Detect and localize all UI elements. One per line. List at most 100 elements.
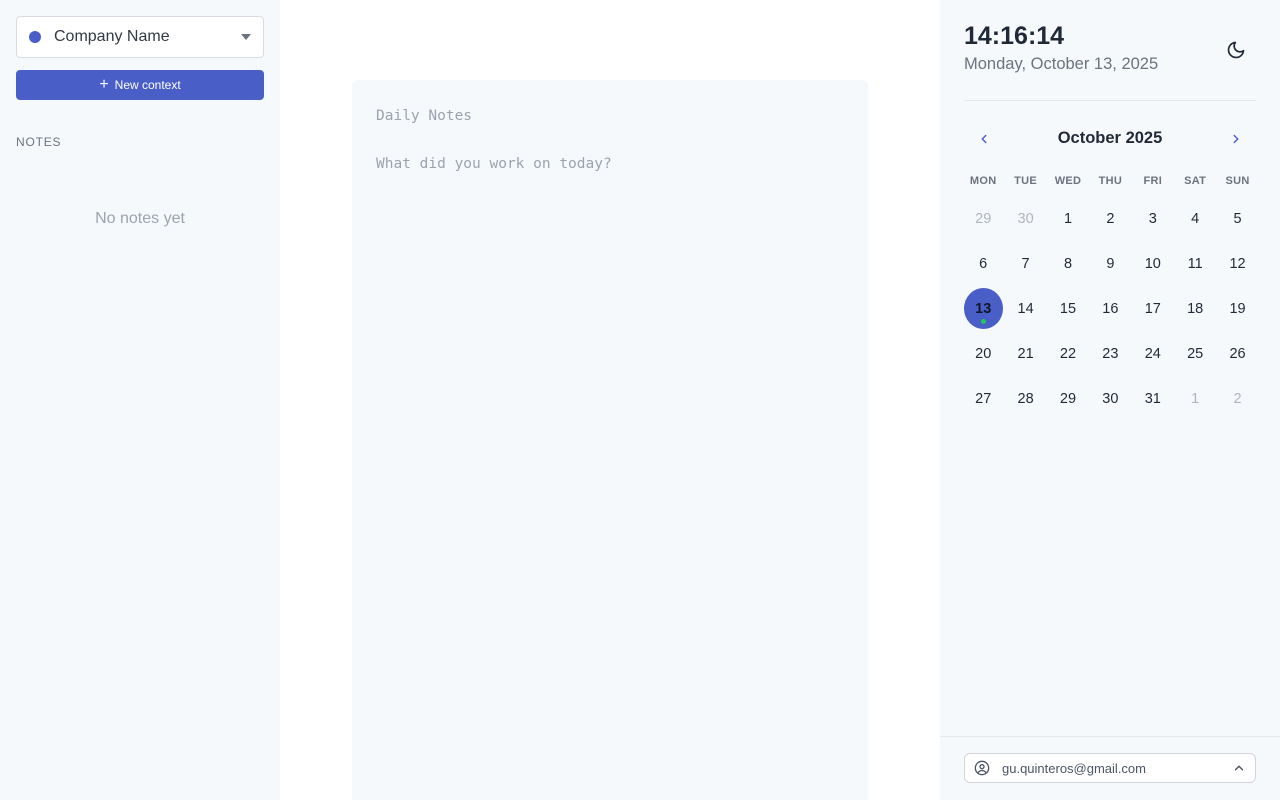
calendar-day[interactable]: 25	[1174, 331, 1216, 376]
calendar-day-number: 10	[1144, 255, 1161, 272]
notes-editor[interactable]: Daily Notes What did you work on today?	[352, 80, 868, 800]
calendar-day-number: 3	[1148, 210, 1157, 227]
calendar-day-number: 19	[1229, 300, 1246, 317]
calendar-week-row: 27 28 29 30 31 1 2	[962, 376, 1259, 421]
editor-body-placeholder: What did you work on today?	[376, 156, 612, 172]
note-indicator-dot	[981, 319, 986, 324]
notes-heading: NOTES	[16, 135, 62, 149]
calendar-day-number: 20	[975, 345, 992, 362]
calendar-day-number: 16	[1102, 300, 1119, 317]
calendar-day-number: 18	[1187, 300, 1204, 317]
weekday-label: MON	[969, 175, 997, 187]
calendar-day-number: 14	[1017, 300, 1034, 317]
calendar-day[interactable]: 21	[1004, 331, 1046, 376]
calendar-day-number: 24	[1144, 345, 1161, 362]
account-menu-button[interactable]: gu.quinteros@gmail.com	[964, 753, 1256, 783]
chevron-down-icon	[241, 34, 251, 40]
calendar-day-number: 8	[1063, 255, 1073, 272]
calendar-day[interactable]: 28	[1004, 376, 1046, 421]
calendar-day-number: 5	[1233, 210, 1242, 227]
new-context-button[interactable]: + New context	[16, 70, 264, 100]
calendar-prev-button[interactable]	[970, 126, 998, 152]
footer-divider	[940, 736, 1280, 737]
calendar-day[interactable]: 22	[1047, 331, 1089, 376]
chevron-left-icon	[981, 134, 987, 144]
new-context-label: New context	[114, 78, 181, 92]
plus-icon: +	[99, 76, 109, 93]
context-select[interactable]: Company Name	[16, 16, 264, 58]
calendar-day[interactable]: 20	[962, 331, 1004, 376]
calendar-day[interactable]: 30	[1004, 196, 1046, 241]
context-select-value: Company Name	[54, 28, 170, 45]
calendar-day[interactable]: 7	[1004, 241, 1046, 286]
moon-icon	[1227, 41, 1245, 59]
calendar-day[interactable]: 3	[1132, 196, 1174, 241]
calendar-day-number: 30	[1017, 210, 1034, 227]
calendar-day[interactable]: 18	[1174, 286, 1216, 331]
calendar-month-label: October 2025	[1057, 129, 1163, 147]
calendar-day[interactable]: 19	[1216, 286, 1258, 331]
calendar-day-number: 15	[1059, 300, 1077, 317]
calendar-day[interactable]: 5	[1216, 196, 1258, 241]
calendar-day[interactable]: 23	[1089, 331, 1131, 376]
sidebar: Company Name + New context NOTES No note…	[0, 0, 280, 800]
calendar-day[interactable]: 11	[1174, 241, 1216, 286]
calendar-day-number: 29	[1059, 390, 1077, 407]
calendar-day[interactable]: 29	[1047, 376, 1089, 421]
calendar-day[interactable]: 1	[1174, 376, 1216, 421]
calendar-week-row: 20 21 22 23 24 25 26	[962, 331, 1259, 376]
calendar-day[interactable]: 24	[1132, 331, 1174, 376]
calendar-day[interactable]: 29	[962, 196, 1004, 241]
weekday-label: FRI	[1143, 175, 1163, 187]
calendar-day-number: 11	[1187, 255, 1203, 272]
weekday-label: WED	[1054, 175, 1082, 187]
calendar-weekday-row: MON TUE WED THU FRI SAT SUN	[962, 166, 1259, 196]
chevron-up-icon	[1234, 765, 1244, 771]
user-circle-icon	[974, 760, 990, 776]
calendar-day[interactable]: 15	[1047, 286, 1089, 331]
editor-title-placeholder: Daily Notes	[376, 108, 473, 124]
calendar-day-number: 13	[975, 300, 992, 317]
calendar-day[interactable]: 1	[1047, 196, 1089, 241]
calendar-day[interactable]: 14	[1004, 286, 1046, 331]
calendar-day[interactable]: 2	[1216, 376, 1258, 421]
calendar-day-number: 22	[1059, 345, 1077, 362]
weekday-label: TUE	[1014, 175, 1038, 187]
calendar-day[interactable]: 27	[962, 376, 1004, 421]
calendar-day[interactable]: 9	[1089, 241, 1131, 286]
calendar-day[interactable]: 8	[1047, 241, 1089, 286]
calendar-day[interactable]: 4	[1174, 196, 1216, 241]
calendar-grid: MON TUE WED THU FRI SAT SUN 29 30 1 2 3 4 5 6 7 8 9 10 11 1…	[962, 166, 1259, 421]
calendar-day[interactable]: 6	[962, 241, 1004, 286]
calendar-day-today[interactable]: 13	[962, 286, 1004, 331]
calendar-day-number: 27	[975, 390, 992, 407]
calendar-day[interactable]: 17	[1132, 286, 1174, 331]
calendar-weeks: 29 30 1 2 3 4 5 6 7 8 9 10 11 12 13 14 15 16 17 18 19 20 21 22 2…	[962, 196, 1259, 421]
theme-toggle-button[interactable]	[1222, 36, 1250, 64]
calendar-day[interactable]: 12	[1216, 241, 1258, 286]
calendar-day-number: 2	[1233, 390, 1242, 407]
calendar-day[interactable]: 2	[1089, 196, 1131, 241]
calendar-day-number: 6	[979, 255, 988, 272]
calendar-day[interactable]: 10	[1132, 241, 1174, 286]
weekday-label: THU	[1098, 175, 1123, 187]
calendar-day-number: 26	[1229, 345, 1246, 362]
calendar-day-number: 1	[1063, 210, 1073, 227]
calendar-day[interactable]: 31	[1132, 376, 1174, 421]
calendar-day-number: 2	[1106, 210, 1115, 227]
calendar-day-number: 29	[975, 210, 992, 227]
calendar-day-number: 9	[1106, 255, 1115, 272]
weekday-label: SUN	[1225, 175, 1250, 187]
header-divider	[964, 100, 1256, 101]
calendar-day[interactable]: 16	[1089, 286, 1131, 331]
chevron-right-icon	[1233, 134, 1239, 144]
calendar-next-button[interactable]	[1222, 126, 1250, 152]
calendar-day-number: 28	[1017, 390, 1034, 407]
calendar-day[interactable]: 26	[1216, 331, 1258, 376]
calendar-day[interactable]: 30	[1089, 376, 1131, 421]
account-email: gu.quinteros@gmail.com	[1002, 760, 1146, 776]
calendar-day-number: 21	[1017, 345, 1034, 362]
calendar-day-number: 31	[1144, 390, 1161, 407]
notes-empty-message: No notes yet	[95, 210, 185, 227]
calendar-day-number: 17	[1144, 300, 1161, 317]
